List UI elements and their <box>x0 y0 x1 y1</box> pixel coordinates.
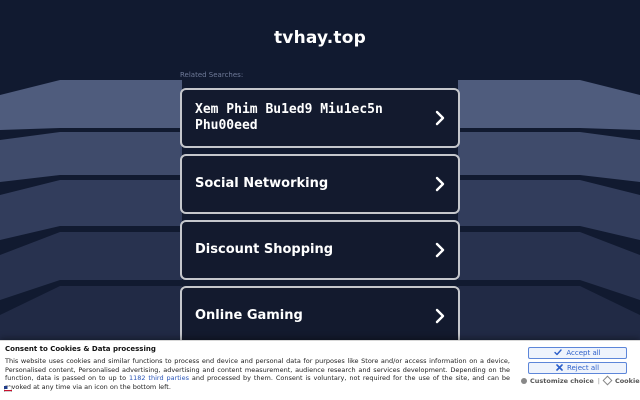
footer-separator: | <box>597 377 600 385</box>
accept-all-label: Accept all <box>566 349 601 357</box>
search-result-item[interactable]: Social Networking <box>180 154 460 214</box>
cookie-banner-text: This website uses cookies and similar fu… <box>5 357 510 391</box>
search-result-label: Xem Phim Bu1ed9 Miu1ec5n Phu00eed <box>195 102 383 133</box>
cookies-icon <box>602 375 613 385</box>
reject-all-label: Reject all <box>566 364 600 372</box>
chevron-right-icon <box>435 242 445 258</box>
search-result-item[interactable]: Discount Shopping <box>180 220 460 280</box>
chevron-right-icon <box>435 176 445 192</box>
reject-all-button[interactable]: Reject all <box>528 362 627 374</box>
related-searches-label: Related Searches: <box>180 71 244 79</box>
cookies-link[interactable]: Cookies <box>615 377 640 385</box>
customize-choice-link[interactable]: Customize choice <box>530 377 594 385</box>
cookie-settings-icon[interactable] <box>4 386 12 392</box>
search-result-label: Discount Shopping <box>195 242 334 257</box>
search-result-item[interactable]: Xem Phim Bu1ed9 Miu1ec5n Phu00eed <box>180 88 460 148</box>
accept-all-button[interactable]: Accept all <box>528 347 627 359</box>
cookie-banner-title: Consent to Cookies & Data processing <box>5 345 156 353</box>
related-searches-list: Xem Phim Bu1ed9 Miu1ec5n Phu00eed Social… <box>180 88 460 352</box>
check-icon <box>554 349 563 356</box>
search-result-label: Social Networking <box>195 176 329 191</box>
third-parties-link[interactable]: 1182 third parties <box>129 374 189 382</box>
cookie-footer-links: Customize choice| Cookies <box>521 375 640 385</box>
chevron-right-icon <box>435 308 445 324</box>
close-icon <box>556 364 563 371</box>
cookie-consent-banner: Consent to Cookies & Data processing Thi… <box>0 340 640 400</box>
chevron-right-icon <box>435 110 445 126</box>
search-result-item[interactable]: Online Gaming <box>180 286 460 346</box>
search-result-label: Online Gaming <box>195 308 303 323</box>
customize-icon <box>521 377 527 384</box>
site-title: tvhay.top <box>273 28 366 48</box>
page: tvhay.top Related Searches: Xem Phim Bu1… <box>0 0 640 400</box>
